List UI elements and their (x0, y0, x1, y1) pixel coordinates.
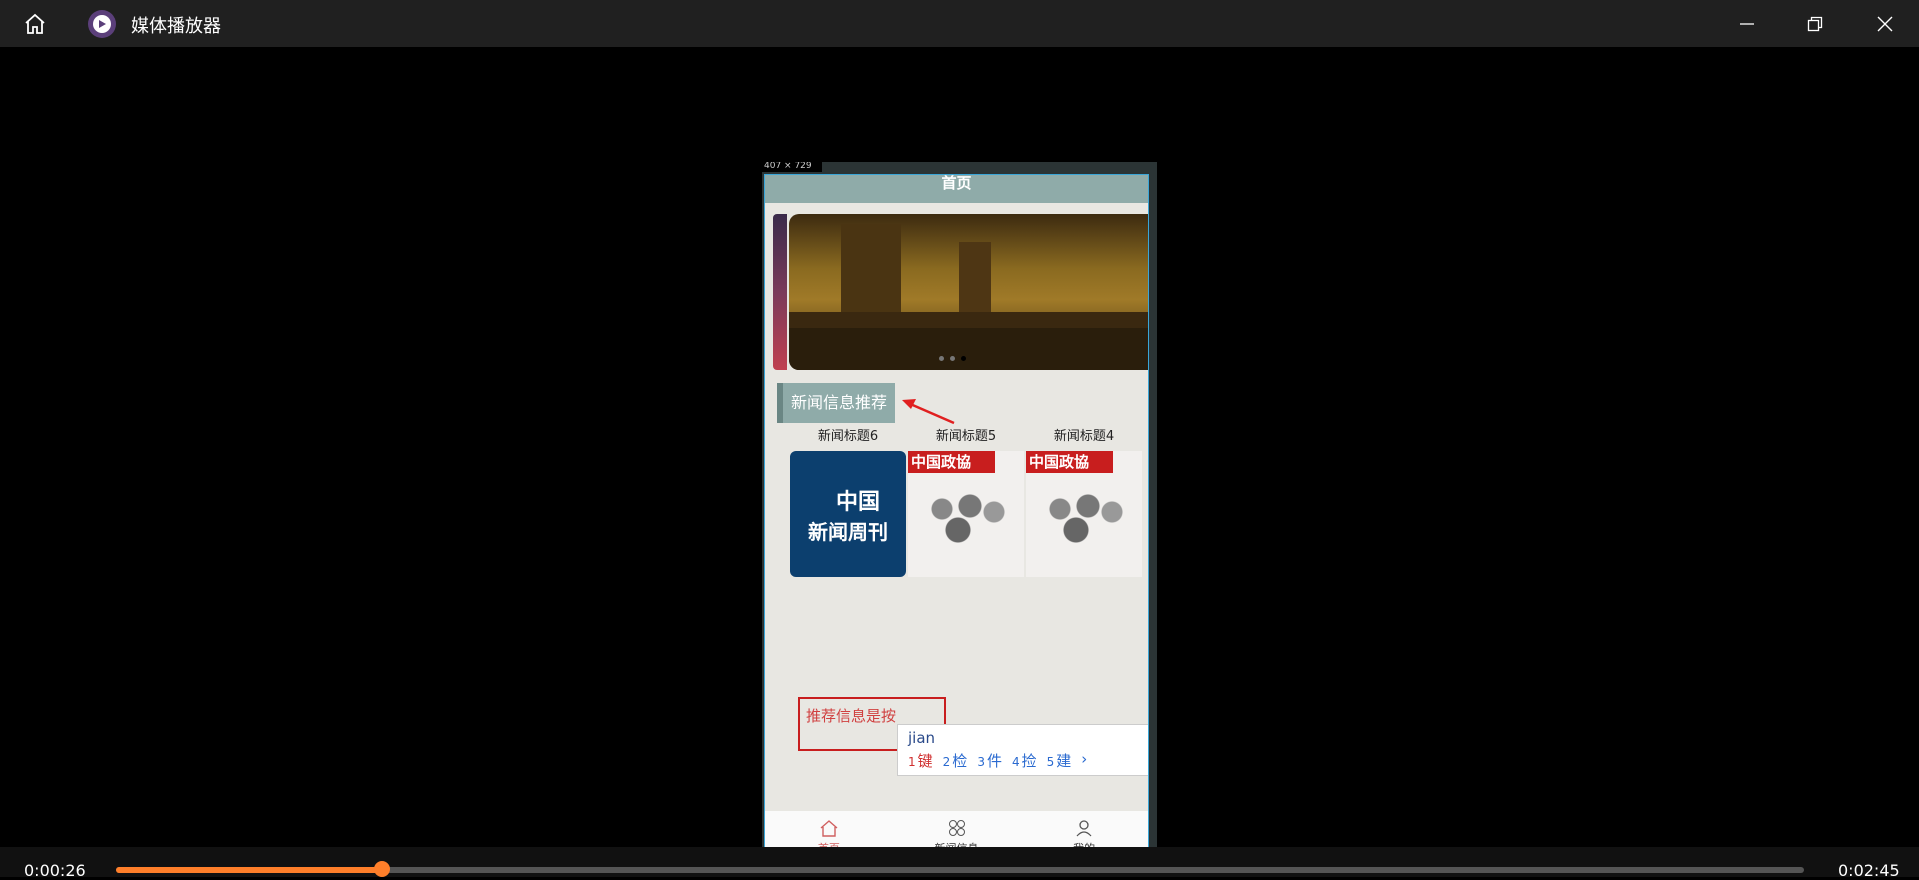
news-card-image: 中国 新闻周刊 (790, 451, 906, 577)
seek-progress (116, 867, 383, 873)
ime-candidate[interactable]: 3件 (977, 750, 1002, 771)
home-button[interactable] (20, 10, 50, 38)
home-icon (820, 820, 838, 837)
news-card-image: 中国政協 (908, 451, 1024, 577)
app-icon (88, 10, 116, 38)
banner-image (789, 214, 1148, 370)
minimize-button[interactable] (1729, 10, 1765, 38)
total-time: 0:02:45 (1838, 861, 1900, 880)
ime-candidate[interactable]: 4捡 (1012, 750, 1037, 771)
app-header: 首页 (765, 175, 1148, 203)
close-button[interactable] (1867, 10, 1903, 38)
news-card-title: 新闻标题4 (1053, 429, 1115, 444)
title-bar: 媒体播放器 (0, 0, 1919, 47)
ime-candidates: 1键 2检 3件 4捡 5建 › (908, 750, 1087, 771)
ime-candidate-window[interactable]: jian 1键 2检 3件 4捡 5建 › (897, 724, 1148, 776)
home-icon (25, 13, 45, 34)
news-card[interactable]: 新闻标题4 中国政協 (1025, 423, 1143, 583)
seek-bar[interactable] (116, 861, 1804, 877)
grid-icon (948, 820, 965, 836)
section-title: 新闻信息推荐 (777, 383, 895, 423)
news-card-list: 新闻标题6 中国 新闻周刊 新闻标题5 中国政協 新闻标题4 中国政協 (789, 423, 1143, 583)
ime-candidate[interactable]: 5建 (1047, 750, 1072, 771)
chevron-right-icon[interactable]: › (1081, 750, 1087, 771)
ime-candidate[interactable]: 2检 (943, 750, 968, 771)
ime-pinyin: jian (908, 729, 936, 747)
current-time: 0:00:26 (24, 861, 86, 880)
annotation-arrow-icon (902, 399, 955, 425)
minimize-icon (1740, 23, 1754, 25)
window-title: 媒体播放器 (131, 16, 221, 37)
news-card-image: 中国政協 (1026, 451, 1142, 577)
close-icon (1877, 16, 1893, 32)
phone-screen: 首页 新闻信息推荐 新闻标题6 中国 新闻周刊 新闻标题5 中国政協 新闻标题4… (764, 174, 1149, 857)
news-card-title: 新闻标题5 (935, 429, 997, 444)
video-frame[interactable]: 407 × 729 首页 新闻信息推荐 新闻标题6 中国 新闻周刊 新闻标题5 (762, 162, 1157, 857)
user-icon (1076, 820, 1092, 837)
carousel-dots (939, 356, 966, 361)
dimension-label: 407 × 729 (762, 162, 822, 172)
banner-prev-slide (773, 214, 787, 370)
news-card[interactable]: 新闻标题5 中国政協 (907, 423, 1025, 583)
news-card[interactable]: 新闻标题6 中国 新闻周刊 (789, 423, 907, 583)
restore-icon (1807, 16, 1823, 32)
ime-candidate[interactable]: 1键 (908, 750, 933, 771)
news-card-title: 新闻标题6 (817, 429, 879, 444)
seek-handle[interactable] (374, 861, 391, 877)
restore-button[interactable] (1797, 10, 1833, 38)
